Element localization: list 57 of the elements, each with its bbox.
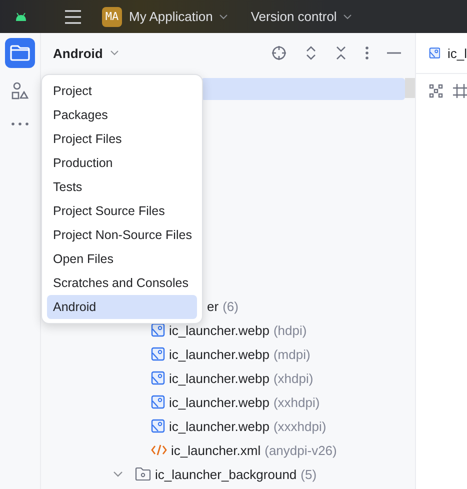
version-control-dropdown[interactable]: Version control bbox=[244, 9, 360, 24]
tree-item[interactable]: ic_launcher.webp bbox=[169, 370, 270, 386]
chevron-down-icon bbox=[110, 50, 119, 56]
options-icon[interactable] bbox=[365, 45, 369, 61]
image-file-icon bbox=[151, 371, 165, 385]
image-file-icon bbox=[151, 419, 165, 433]
menu-item[interactable]: Packages bbox=[47, 103, 197, 127]
expand-all-icon[interactable] bbox=[305, 45, 317, 61]
item-count: (mdpi) bbox=[273, 346, 310, 362]
item-count: (hdpi) bbox=[273, 322, 307, 338]
item-count: (5) bbox=[300, 466, 317, 482]
image-file-icon bbox=[151, 347, 165, 361]
grid-icon[interactable] bbox=[453, 84, 467, 98]
chevron-down-icon bbox=[218, 14, 228, 20]
menu-item[interactable]: Production bbox=[47, 151, 197, 175]
menu-icon[interactable] bbox=[65, 10, 81, 24]
tree-item[interactable]: ic_launcher.webp bbox=[169, 394, 270, 410]
project-tool-button[interactable] bbox=[5, 38, 35, 68]
code-file-icon bbox=[151, 443, 167, 457]
tree-item[interactable]: ic_launcher.webp bbox=[169, 418, 270, 434]
folder-icon bbox=[10, 45, 30, 61]
project-dropdown[interactable]: My Application bbox=[122, 9, 236, 24]
locate-icon[interactable] bbox=[271, 45, 287, 61]
tree-item[interactable]: ic_launcher.xml bbox=[171, 442, 261, 458]
fit-icon[interactable] bbox=[429, 84, 443, 98]
minimize-icon[interactable] bbox=[387, 51, 401, 55]
menu-item[interactable]: Project bbox=[47, 79, 197, 103]
menu-item[interactable]: Project Files bbox=[47, 127, 197, 151]
menu-item[interactable]: Project Source Files bbox=[47, 199, 197, 223]
tree-item[interactable]: ic_launcher_background bbox=[155, 466, 297, 482]
menu-item[interactable]: Android bbox=[47, 295, 197, 319]
image-file-icon bbox=[151, 323, 165, 337]
project-badge: MA bbox=[102, 6, 122, 26]
chevron-down-icon bbox=[342, 14, 352, 20]
item-count: (xxxhdpi) bbox=[273, 418, 326, 434]
android-icon[interactable] bbox=[15, 12, 27, 20]
shapes-icon[interactable] bbox=[11, 82, 29, 100]
menu-item[interactable]: Open Files bbox=[47, 247, 197, 271]
more-icon[interactable] bbox=[11, 122, 29, 126]
menu-item[interactable]: Project Non-Source Files bbox=[47, 223, 197, 247]
collapse-all-icon[interactable] bbox=[335, 45, 347, 61]
item-count: (xhdpi) bbox=[273, 370, 314, 386]
menu-item[interactable]: Scratches and Consoles bbox=[47, 271, 197, 295]
view-selector[interactable]: Android bbox=[53, 46, 119, 60]
tree-item[interactable]: ic_launcher.webp bbox=[169, 322, 270, 338]
image-file-icon bbox=[429, 46, 440, 60]
scrollbar-thumb[interactable] bbox=[405, 78, 415, 98]
editor-tab[interactable]: ic_l bbox=[416, 33, 467, 74]
image-file-icon bbox=[151, 395, 165, 409]
folder-icon bbox=[135, 467, 151, 481]
tree-item[interactable]: er bbox=[207, 298, 219, 314]
item-count: (6) bbox=[222, 298, 238, 314]
menu-item[interactable]: Tests bbox=[47, 175, 197, 199]
tree-item[interactable]: ic_launcher.webp bbox=[169, 346, 270, 362]
item-count: (xxhdpi) bbox=[273, 394, 320, 410]
item-count: (anydpi-v26) bbox=[264, 442, 337, 458]
chevron-down-icon[interactable] bbox=[113, 471, 123, 477]
